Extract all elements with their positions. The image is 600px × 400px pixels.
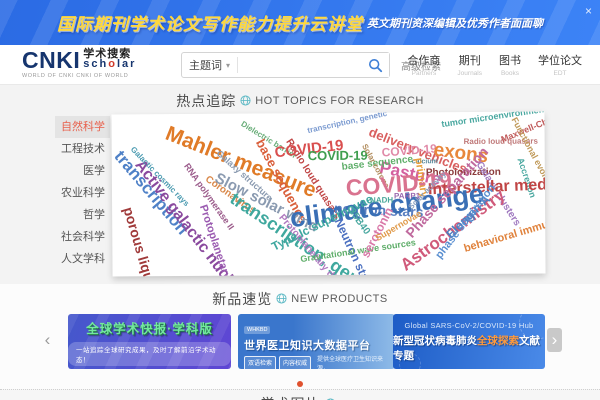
sidebar-category-item[interactable]: 自然科学 [55, 116, 110, 138]
new-products-title-cn: 新品速览 [212, 289, 272, 309]
search-field-label: 主题词 [189, 57, 222, 73]
carousel-prev-button[interactable]: ‹ [40, 328, 55, 352]
logo-en-name: scholar [83, 59, 136, 69]
card-tags: 双语检索内容权威科学分类资源完备 [244, 356, 311, 369]
hot-topics-title-cn: 热点追踪 [176, 91, 236, 111]
search-button[interactable] [361, 53, 389, 77]
bottom-section-title-cn: 学术图片 [261, 394, 321, 400]
cloud-word[interactable]: PARP1 [394, 192, 420, 200]
card1-title: 全球学术快报·学科版 [86, 318, 213, 337]
cnki-logo[interactable]: CNKI 学术搜索 scholar WORLD OF CNKI CNKI OF … [22, 49, 136, 79]
promo-banner-subtitle: 英文期刊资深编辑及优秀作者面面聊 [367, 15, 543, 31]
card3-english-title: Global SARS-CoV-2/COVID-19 Hub [404, 321, 533, 330]
chevron-down-icon: ▾ [226, 61, 230, 70]
products-carousel: ‹ 全球学术快报·学科版 一站追踪全球研究成果，及时了解前沿学术动态！ WHKB… [0, 312, 600, 376]
cloud-word[interactable]: porous liquids [121, 205, 162, 276]
card2-description: 提供全球医疗卫生知识来源， 阅读与获取的一站式解决方案 [317, 356, 389, 369]
search-bar: 主题词 ▾ 高级检索 [181, 52, 441, 78]
carousel-dots [0, 381, 600, 387]
promo-banner[interactable]: 国际期刊学术论文写作能力提升云讲堂 英文期刊资深编辑及优秀作者面面聊 × [0, 0, 600, 45]
card2-badge: WHKBD [244, 326, 270, 334]
hot-topics-title: 热点追踪 HOT TOPICS FOR RESEARCH [0, 92, 600, 109]
sidebar-category-item[interactable]: 人文学科 [55, 248, 110, 270]
search-box: 主题词 ▾ [181, 52, 390, 78]
sidebar-category-item[interactable]: 医学 [55, 160, 110, 182]
promo-banner-title: 国际期刊学术论文写作能力提升云讲堂 [57, 10, 363, 35]
bottom-section-clipped: 学术图片 [0, 389, 600, 400]
globe-icon [276, 293, 287, 304]
word-cloud: Mahler measuretranscriptionActive galact… [111, 111, 545, 276]
card1-subtitle: 一站追踪全球研究成果，及时了解前沿学术动态！ [68, 342, 231, 366]
product-card-covid-hub[interactable]: Global SARS-CoV-2/COVID-19 Hub 新型冠状病毒肺炎全… [393, 314, 545, 369]
new-products-title: 新品速览 NEW PRODUCTS [0, 290, 600, 307]
carousel-next-button[interactable]: › [547, 328, 562, 352]
sidebar-category-item[interactable]: 社会科学 [55, 226, 110, 248]
search-field-dropdown[interactable]: 主题词 ▾ [182, 57, 237, 73]
hot-topics-sidebar: 自然科学工程技术医学农业科学哲学社会科学人文学科 [55, 116, 110, 270]
hot-topics-title-en: HOT TOPICS FOR RESEARCH [255, 95, 424, 107]
sidebar-category-item[interactable]: 工程技术 [55, 138, 110, 160]
virus-decoration-icon [399, 353, 421, 369]
search-icon [368, 58, 383, 73]
close-icon[interactable]: × [585, 4, 592, 18]
logo-tagline: WORLD OF CNKI CNKI OF WORLD [22, 73, 136, 79]
sidebar-category-item[interactable]: 农业科学 [55, 182, 110, 204]
cloud-word[interactable]: NADH [370, 197, 393, 205]
hot-topics-body: 自然科学工程技术医学农业科学哲学社会科学人文学科 Mahler measuret… [0, 112, 600, 284]
card-feature-tag: 双语检索 [244, 356, 276, 369]
product-card-global-express[interactable]: 全球学术快报·学科版 一站追踪全球研究成果，及时了解前沿学术动态！ [68, 314, 231, 369]
hot-topics-section: 热点追踪 HOT TOPICS FOR RESEARCH 自然科学工程技术医学农… [0, 85, 600, 284]
nav-item-edt[interactable]: 学位论文 EDT [538, 52, 582, 77]
nav-item-journals[interactable]: 期刊 Journals [457, 52, 482, 77]
product-card-health-bigdata[interactable]: WHKBD 世界医卫知识大数据平台 双语检索内容权威科学分类资源完备 提供全球医… [238, 314, 395, 369]
new-products-section: 新品速览 NEW PRODUCTS ‹ 全球学术快报·学科版 一站追踪全球研究成… [0, 284, 600, 389]
cnki-scholar-homepage: 国际期刊学术论文写作能力提升云讲堂 英文期刊资深编辑及优秀作者面面聊 × CNK… [0, 0, 600, 400]
card-feature-tag: 内容权威 [279, 356, 311, 369]
header: CNKI 学术搜索 scholar WORLD OF CNKI CNKI OF … [0, 45, 600, 85]
search-input[interactable] [238, 54, 361, 76]
new-products-title-en: NEW PRODUCTS [291, 293, 387, 305]
nav-item-books[interactable]: 图书 Books [499, 52, 521, 77]
top-nav: 合作商 Partners 期刊 Journals 图书 Books 学位论文 E… [407, 52, 582, 77]
card2-title: 世界医卫知识大数据平台 [244, 337, 389, 353]
carousel-dot-active[interactable] [297, 381, 303, 387]
nav-item-partners[interactable]: 合作商 Partners [407, 52, 440, 77]
sidebar-category-item[interactable]: 哲学 [55, 204, 110, 226]
logo-cnki-text: CNKI [22, 49, 80, 71]
globe-icon [240, 95, 251, 106]
